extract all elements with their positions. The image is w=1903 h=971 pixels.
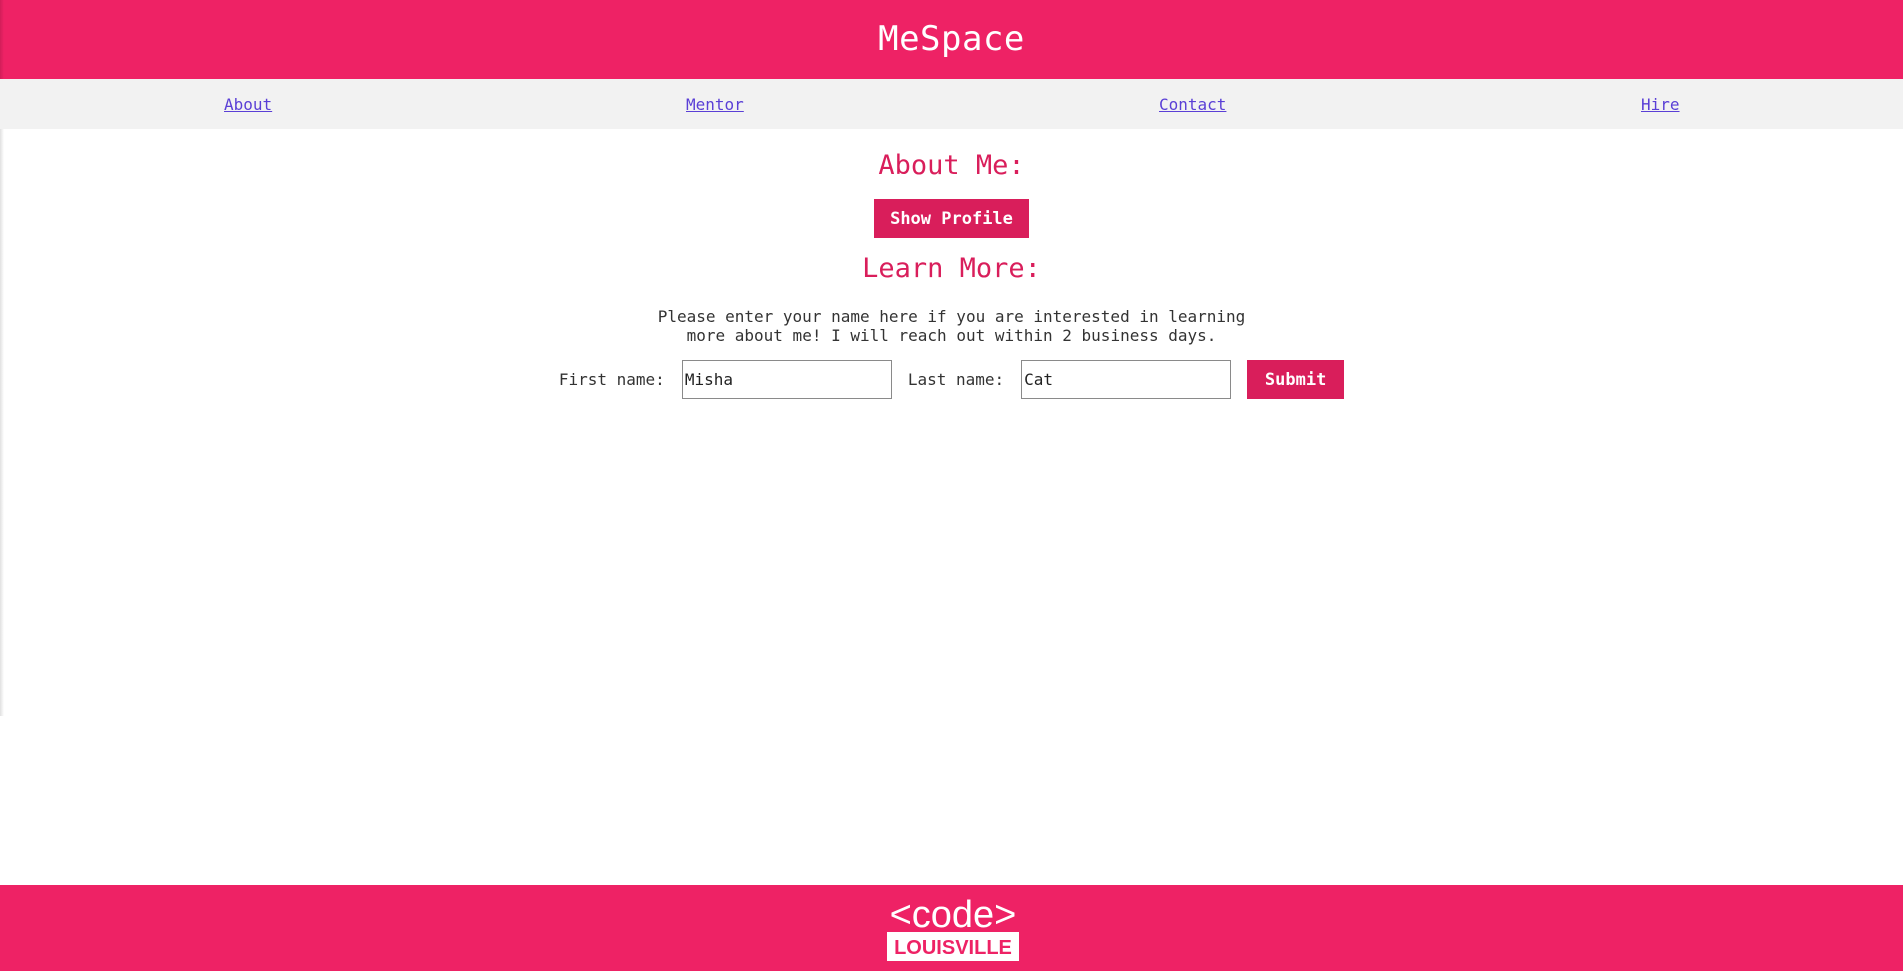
site-header: MeSpace <box>0 0 1903 79</box>
main-content: About Me: Show Profile Learn More: Pleas… <box>0 149 1903 399</box>
logo-louisville-text: LOUISVILLE <box>894 937 1012 959</box>
nav-link-hire[interactable]: Hire <box>1641 96 1680 114</box>
nav-link-about[interactable]: About <box>224 96 272 114</box>
first-name-label: First name: <box>558 370 665 389</box>
last-name-input[interactable] <box>1021 360 1232 399</box>
about-heading: About Me: <box>878 150 1025 181</box>
learn-more-heading: Learn More: <box>862 253 1041 284</box>
last-name-label: Last name: <box>907 370 1005 389</box>
logo-code-text: <code> <box>890 894 1017 936</box>
site-footer: <code> LOUISVILLE <box>0 885 1903 971</box>
main-nav: About Mentor Contact Hire <box>0 79 1903 129</box>
submit-button[interactable]: Submit <box>1247 360 1345 399</box>
show-profile-button[interactable]: Show Profile <box>874 199 1029 238</box>
first-name-input[interactable] <box>681 360 892 399</box>
nav-link-mentor[interactable]: Mentor <box>686 96 744 114</box>
code-louisville-logo: <code> LOUISVILLE <box>887 894 1019 961</box>
nav-link-contact[interactable]: Contact <box>1159 96 1226 114</box>
site-title: MeSpace <box>878 19 1025 59</box>
interest-form: First name: Last name: Submit <box>0 360 1903 399</box>
page: MeSpace About Mentor Contact Hire About … <box>0 0 1903 971</box>
learn-more-description: Please enter your name here if you are i… <box>657 307 1246 345</box>
